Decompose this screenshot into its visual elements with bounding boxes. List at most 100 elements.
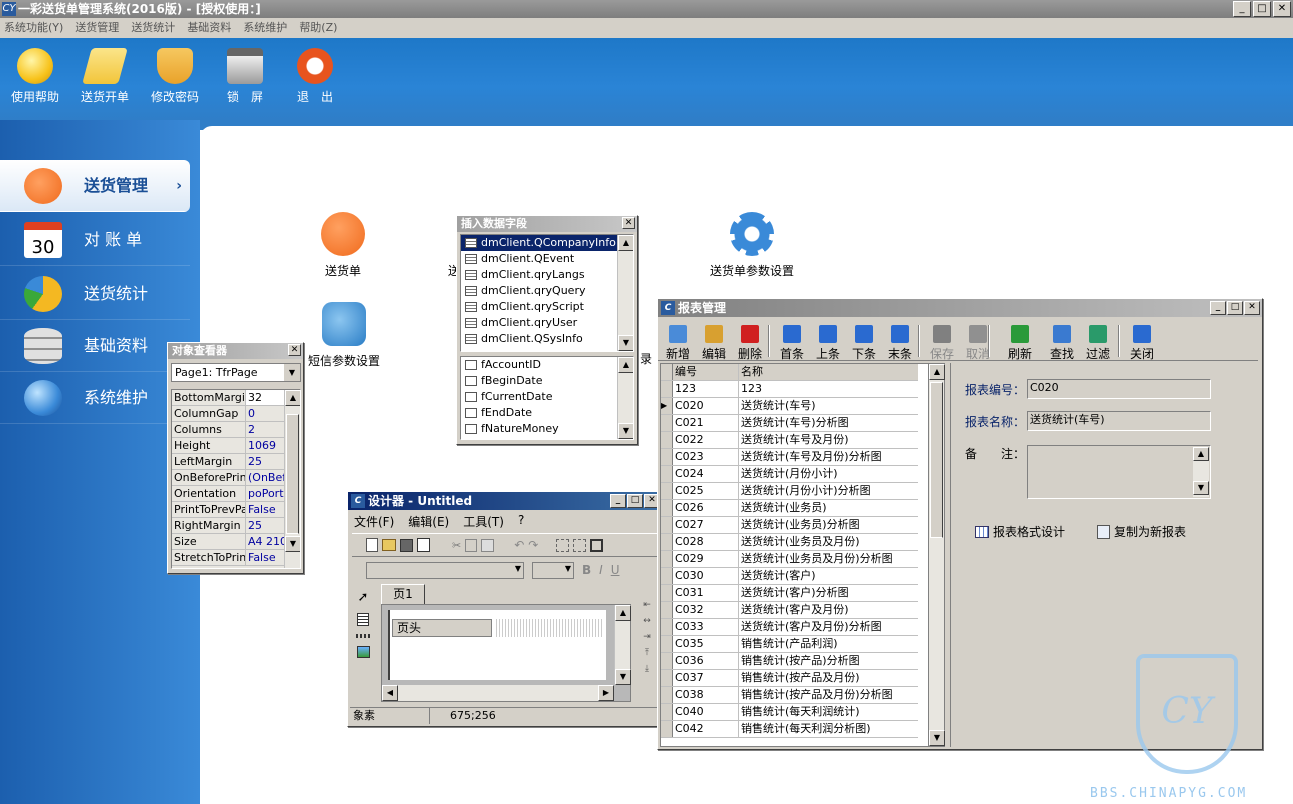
list-item[interactable]: dmClient.qryQuery	[461, 283, 633, 299]
scroll-up-icon[interactable]: ▲	[929, 364, 945, 380]
property-value[interactable]: (OnBefo	[246, 470, 284, 485]
property-row[interactable]: OrientationpoPortr	[172, 486, 284, 502]
table-row[interactable]: C038 销售统计(按产品及月份)分析图	[661, 687, 918, 704]
scrollbar[interactable]: ▲ ▼	[1193, 447, 1209, 497]
table-row[interactable]: C022 送货统计(车号及月份)	[661, 432, 918, 449]
memo-icon[interactable]	[357, 613, 369, 626]
new-file-icon[interactable]	[366, 538, 378, 552]
hscrollbar[interactable]: ◀ ▶	[382, 685, 614, 701]
sidebar-item-delivery[interactable]: 送货管理 ›	[0, 160, 190, 212]
property-value[interactable]: False	[246, 550, 284, 565]
list-item[interactable]: dmClient.qryScript	[461, 299, 633, 315]
scroll-right-icon[interactable]: ▶	[598, 685, 614, 701]
code-field[interactable]: C020	[1027, 379, 1211, 399]
copy-icon[interactable]	[465, 538, 478, 552]
close-icon[interactable]: ✕	[288, 344, 301, 356]
align-right-icon[interactable]: ⇥	[643, 632, 651, 642]
menu-maintenance[interactable]: 系统维护	[243, 18, 287, 38]
scroll-down-icon[interactable]: ▼	[1193, 481, 1209, 495]
menu-help[interactable]: 帮助(Z)	[299, 18, 337, 38]
scroll-left-icon[interactable]: ◀	[382, 685, 398, 701]
menu-system[interactable]: 系统功能(Y)	[4, 18, 63, 38]
font-size-select[interactable]: ▼	[532, 561, 574, 579]
redo-icon[interactable]: ↷	[528, 538, 538, 552]
list-item[interactable]: fCurrentDate	[461, 389, 633, 405]
property-row[interactable]: Height 1069	[172, 438, 284, 454]
cut-icon[interactable]: ✂	[452, 539, 461, 552]
menu-edit[interactable]: 编辑(E)	[408, 513, 449, 530]
list-item[interactable]: fAccountID	[461, 357, 633, 373]
property-row[interactable]: ColumnGap 0	[172, 406, 284, 422]
underline-button[interactable]: U	[611, 563, 620, 577]
property-value[interactable]: 25	[246, 454, 284, 469]
menu-file[interactable]: 文件(F)	[354, 513, 394, 530]
list-item[interactable]: dmClient.QSysInfo	[461, 331, 633, 347]
report-tool-button[interactable]: 删除	[732, 325, 768, 362]
table-row[interactable]: C026 送货统计(业务员)	[661, 500, 918, 517]
table-row[interactable]: C027 送货统计(业务员)分析图	[661, 517, 918, 534]
property-value[interactable]: poPortr	[246, 486, 284, 501]
close-button[interactable]: ✕	[1244, 301, 1260, 315]
align-center-icon[interactable]: ↔	[643, 616, 651, 626]
group-icon[interactable]	[556, 538, 570, 552]
design-canvas[interactable]: 页头 ▲ ▼ ◀ ▶	[381, 604, 631, 702]
property-value[interactable]: 0	[246, 406, 284, 421]
tab-page1[interactable]: 页1	[381, 584, 425, 604]
scrollbar[interactable]: ▲ ▼	[614, 605, 631, 685]
italic-button[interactable]: I	[599, 563, 603, 577]
name-field[interactable]: 送货统计(车号)	[1027, 411, 1211, 431]
picture-icon[interactable]	[356, 646, 370, 658]
paste-icon[interactable]	[481, 538, 495, 552]
property-row[interactable]: OnBeforePrint(OnBefo	[172, 470, 284, 486]
report-tool-button[interactable]: 过滤	[1080, 325, 1116, 362]
scroll-down-icon[interactable]: ▼	[615, 669, 631, 685]
sidebar-item-statement[interactable]: 30 对 账 单	[0, 214, 190, 266]
list-item[interactable]: dmClient.qryUser	[461, 315, 633, 331]
property-row[interactable]: PrintToPrevPa False	[172, 502, 284, 518]
list-item[interactable]: fEndDate	[461, 405, 633, 421]
report-tool-button[interactable]: 首条	[774, 325, 810, 362]
report-tool-button[interactable]: 新增	[660, 325, 696, 362]
property-row[interactable]: RightMargin 25	[172, 518, 284, 534]
menu-tools[interactable]: 工具(T)	[463, 513, 504, 530]
property-value[interactable]: 1069	[246, 438, 284, 453]
table-row[interactable]: C036 销售统计(按产品)分析图	[661, 653, 918, 670]
property-row[interactable]: StretchToPrint False	[172, 550, 284, 566]
scroll-down-icon[interactable]: ▼	[929, 730, 945, 746]
list-item[interactable]: dmClient.QEvent	[461, 251, 633, 267]
list-item[interactable]: fNatureMoney	[461, 421, 633, 437]
report-tool-button[interactable]: 保存	[924, 325, 960, 362]
ungroup-icon[interactable]	[573, 538, 587, 552]
new-delivery-button[interactable]: 送货开单	[70, 48, 140, 105]
table-row[interactable]: 123 123	[661, 381, 918, 398]
design-format-button[interactable]: 报表格式设计	[975, 523, 1065, 540]
table-row[interactable]: C029 送货统计(业务员及月份)分析图	[661, 551, 918, 568]
column-header[interactable]: 编号	[673, 364, 739, 380]
sidebar-item-basic[interactable]: 基础资料	[0, 320, 190, 372]
maximize-button[interactable]: □	[627, 494, 643, 508]
report-tool-button[interactable]: 末条	[882, 325, 918, 362]
report-tool-button[interactable]: 查找	[1044, 325, 1080, 362]
minimize-button[interactable]: _	[610, 494, 626, 508]
sidebar-item-stats[interactable]: 送货统计	[0, 268, 190, 320]
report-tool-button[interactable]: 上条	[810, 325, 846, 362]
column-header[interactable]: 名称	[739, 364, 918, 380]
property-value[interactable]: 25	[246, 518, 284, 533]
desktop-delivery[interactable]: 送货单	[310, 212, 376, 279]
property-value[interactable]: A4 210	[246, 534, 284, 549]
menu-stats[interactable]: 送货统计	[131, 18, 175, 38]
desktop-sms-settings[interactable]: 短信参数设置	[304, 302, 384, 369]
open-folder-icon[interactable]	[382, 539, 396, 551]
table-row[interactable]: C025 送货统计(月份小计)分析图	[661, 483, 918, 500]
align-top-icon[interactable]: ⤒	[645, 648, 649, 658]
report-tool-button[interactable]: 编辑	[696, 325, 732, 362]
scrollbar[interactable]: ▲ ▼	[928, 364, 945, 746]
maximize-button[interactable]: □	[1253, 1, 1271, 17]
table-row[interactable]: C024 送货统计(月份小计)	[661, 466, 918, 483]
table-row[interactable]: ▶ C020 送货统计(车号)	[661, 398, 918, 415]
table-row[interactable]: C031 送货统计(客户)分析图	[661, 585, 918, 602]
property-value[interactable]: 32	[246, 390, 284, 405]
scroll-down-icon[interactable]: ▼	[285, 536, 300, 552]
maximize-button[interactable]: □	[1227, 301, 1243, 315]
scroll-up-icon[interactable]: ▲	[615, 605, 631, 621]
